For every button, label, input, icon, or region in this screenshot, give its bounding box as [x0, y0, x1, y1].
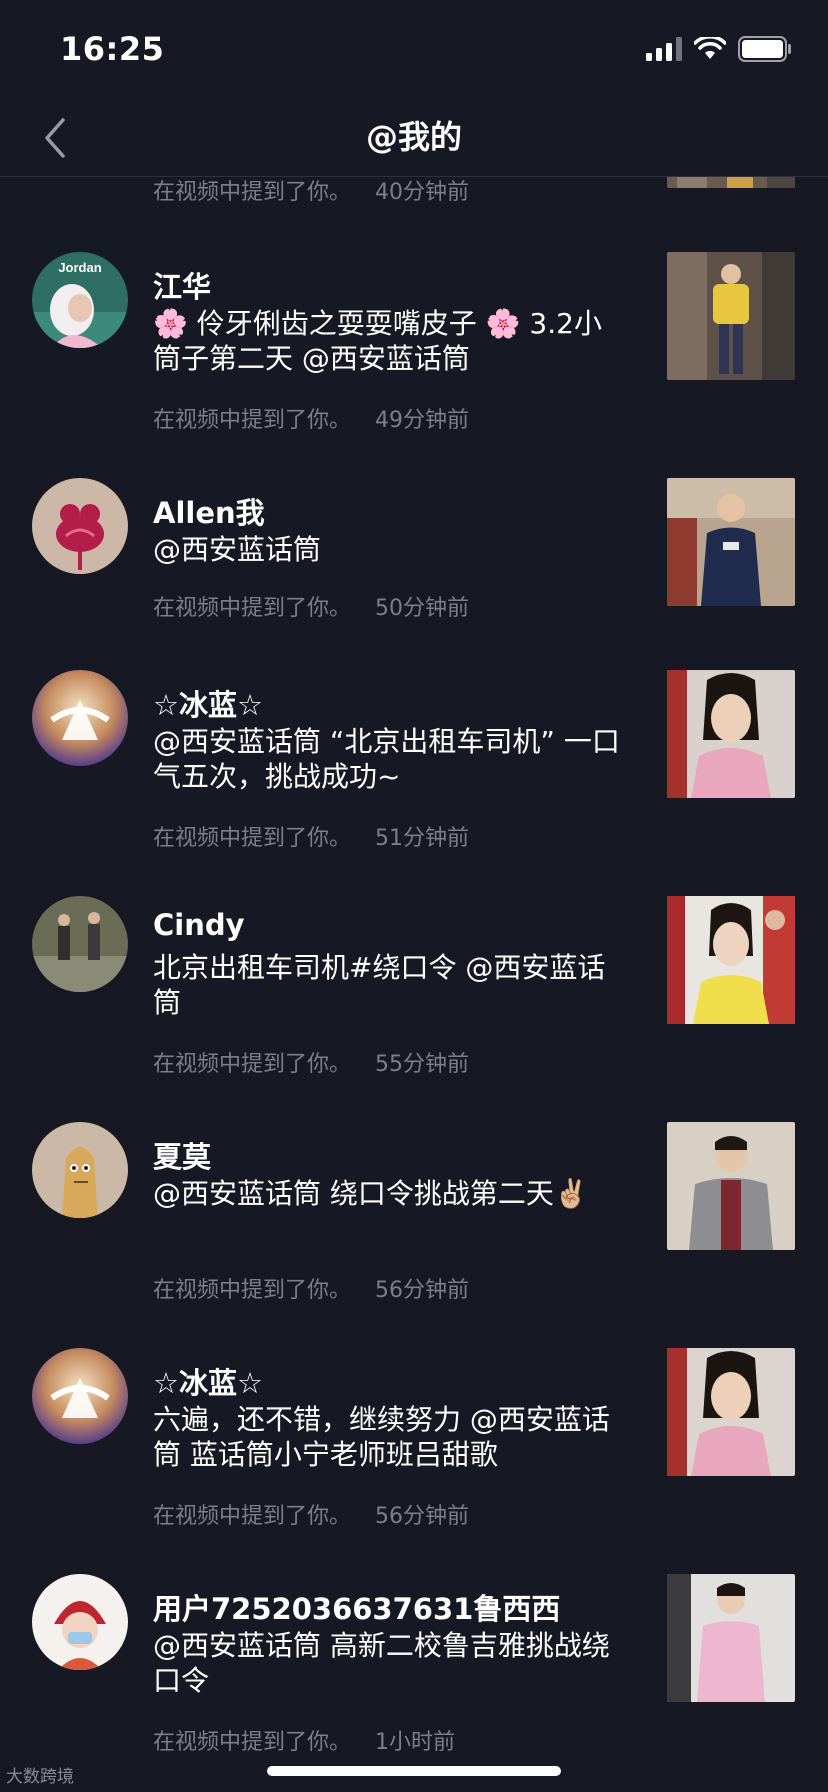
username[interactable]: Allen我 [153, 490, 265, 532]
mention-label: 在视频中提到了你。 [153, 408, 352, 433]
nav-bar: @我的 [0, 100, 828, 177]
username[interactable]: 夏莫 [153, 1134, 211, 1176]
mention-time: 55分钟前 [375, 1052, 470, 1077]
video-thumbnail[interactable] [667, 1574, 795, 1702]
video-thumbnail[interactable] [667, 176, 795, 188]
mention-label: 在视频中提到了你。 [153, 596, 352, 621]
mention-label: 在视频中提到了你。 [153, 826, 352, 851]
mention-time: 49分钟前 [375, 408, 470, 433]
mention-content: 北京出租车司机#绕口令 @西安蓝话筒 [153, 951, 606, 1019]
mention-meta: 在视频中提到了你。 1小时前 [153, 1724, 455, 1756]
status-time: 16:25 [60, 30, 165, 68]
mention-time: 56分钟前 [375, 1278, 470, 1303]
mention-meta: 在视频中提到了你。 40分钟前 [153, 176, 469, 206]
wifi-icon [694, 37, 726, 59]
mention-meta: 在视频中提到了你。 49分钟前 [153, 402, 469, 434]
mention-meta: 在视频中提到了你。 51分钟前 [153, 820, 469, 852]
avatar[interactable] [32, 670, 128, 766]
list-item-partial[interactable]: 在视频中提到了你。 40分钟前 [0, 176, 828, 206]
mention-label: 在视频中提到了你。 [153, 1504, 352, 1529]
watermark: 大数跨境 [6, 1767, 74, 1787]
mention-content: @西安蓝话筒 [153, 533, 322, 566]
battery-icon [738, 36, 791, 62]
avatar[interactable]: Jordan [32, 252, 128, 348]
mention-meta: 在视频中提到了你。 55分钟前 [153, 1046, 469, 1078]
mention-label: 在视频中提到了你。 [153, 1052, 352, 1077]
page-title: @我的 [365, 118, 462, 156]
mention-content: @西安蓝话筒 高新二校鲁吉雅挑战绕口令 [153, 1629, 610, 1697]
username[interactable]: Cindy [153, 908, 245, 942]
video-thumbnail[interactable] [667, 896, 795, 1024]
mention-content: @西安蓝话筒 绕口令挑战第二天✌🏼 [153, 1177, 589, 1210]
mention-time: 51分钟前 [375, 826, 470, 851]
username[interactable]: 江华 [153, 264, 211, 306]
mention-time: 1小时前 [375, 1730, 456, 1755]
video-thumbnail[interactable] [667, 1122, 795, 1250]
video-thumbnail[interactable] [667, 670, 795, 798]
avatar[interactable] [32, 1122, 128, 1218]
mention-label: 在视频中提到了你。 [153, 1730, 352, 1755]
mention-content: @西安蓝话筒 “北京出租车司机” 一口气五次，挑战成功~ [153, 725, 620, 793]
username[interactable]: ☆冰蓝☆ [153, 682, 263, 724]
mentions-list[interactable]: 在视频中提到了你。40分钟前 Jordan 江华 🌸 伶牙俐齿之耍耍嘴皮子 � [0, 176, 828, 1792]
username[interactable]: ☆冰蓝☆ [153, 1360, 263, 1402]
avatar[interactable] [32, 896, 128, 992]
video-thumbnail[interactable] [667, 252, 795, 380]
mention-content: 六遍，还不错，继续努力 @西安蓝话筒 蓝话筒小宁老师班吕甜歌 [153, 1403, 610, 1471]
mention-meta: 在视频中提到了你。 56分钟前 [153, 1272, 469, 1304]
mention-content: 🌸 伶牙俐齿之耍耍嘴皮子 🌸 3.2小筒子第二天 @西安蓝话筒 [153, 307, 602, 375]
home-indicator[interactable] [267, 1766, 561, 1776]
mention-time: 40分钟前 [375, 180, 470, 205]
username[interactable]: 用户7252036637631鲁西西 [153, 1586, 560, 1628]
status-bar: 16:25 [0, 0, 828, 100]
mention-time: 50分钟前 [375, 596, 470, 621]
status-icons [646, 36, 792, 62]
avatar-text: Jordan [58, 260, 101, 275]
video-thumbnail[interactable] [667, 1348, 795, 1476]
mention-meta: 在视频中提到了你。 56分钟前 [153, 1498, 469, 1530]
mention-label: 在视频中提到了你。 [153, 180, 352, 205]
mention-meta: 在视频中提到了你。 50分钟前 [153, 590, 469, 622]
avatar[interactable] [32, 478, 128, 574]
mention-time: 56分钟前 [375, 1504, 470, 1529]
video-thumbnail[interactable] [667, 478, 795, 606]
avatar[interactable] [32, 1348, 128, 1444]
mention-label: 在视频中提到了你。 [153, 1278, 352, 1303]
cellular-signal-icon [646, 37, 682, 61]
avatar[interactable] [32, 1574, 128, 1670]
